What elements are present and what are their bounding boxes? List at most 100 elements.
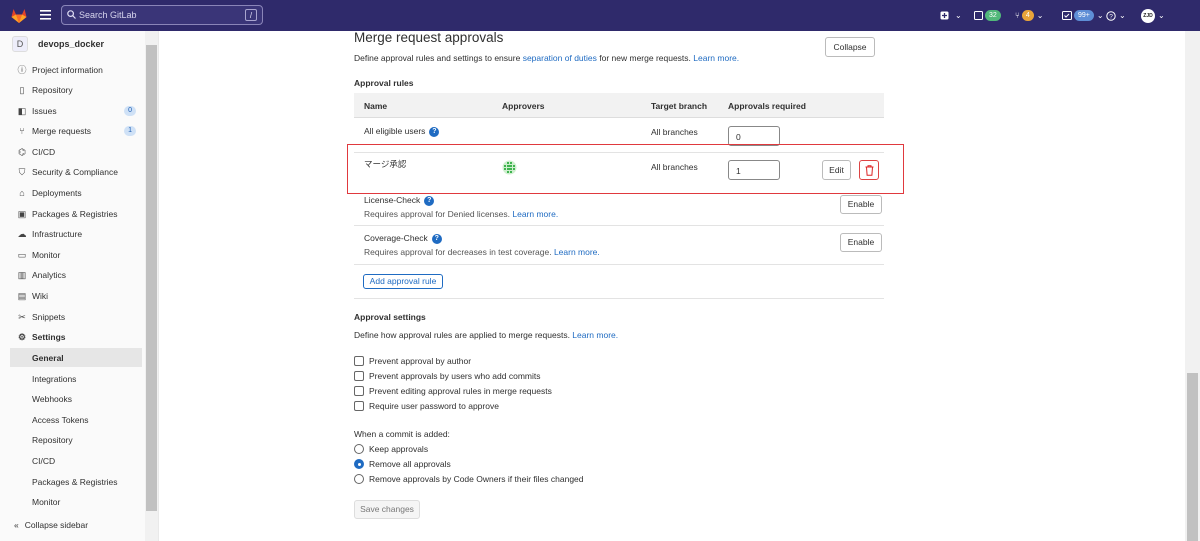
sidebar-item-infrastructure[interactable]: ☁ Infrastructure: [10, 224, 142, 243]
sidebar-item-snippets[interactable]: ✂ Snippets: [10, 307, 142, 326]
sidebar-scrollbar-thumb[interactable]: [146, 45, 157, 511]
sidebar-item-analytics[interactable]: ▥ Analytics: [10, 265, 142, 284]
sidebar-subitem-label: Integrations: [32, 373, 77, 384]
sidebar-subitem-integrations[interactable]: Integrations: [10, 369, 142, 388]
search-input[interactable]: Search GitLab /: [61, 5, 263, 25]
radio-remove-all-approvals[interactable]: Remove all approvals: [354, 459, 451, 469]
sidebar-item-settings[interactable]: ⚙ Settings: [10, 327, 142, 346]
radio[interactable]: [354, 459, 364, 469]
checkbox[interactable]: [354, 386, 364, 396]
enable-license-check-button[interactable]: Enable: [840, 195, 882, 214]
sidebar-item-label: Analytics: [32, 269, 67, 280]
checkbox-label: Prevent approvals by users who add commi…: [369, 371, 541, 381]
sidebar-item-cicd[interactable]: ⌬ CI/CD: [10, 142, 142, 161]
divider: [354, 225, 884, 226]
sidebar-item-label: Project information: [32, 64, 103, 75]
collapse-sidebar-button[interactable]: « Collapse sidebar: [14, 520, 88, 530]
sidebar-subitem-access-tokens[interactable]: Access Tokens: [10, 410, 142, 429]
project-header[interactable]: D devops_docker: [12, 36, 104, 52]
sidebar-scrollbar[interactable]: [145, 31, 158, 541]
collapse-button[interactable]: Collapse: [825, 37, 875, 57]
merge-requests-counter[interactable]: ⑂ 4 ⌄: [1015, 8, 1043, 23]
sidebar-subitem-label: Webhooks: [32, 393, 73, 404]
help-icon[interactable]: ?: [431, 233, 442, 244]
sidebar-item-project-information[interactable]: ⓘ Project information: [10, 60, 142, 79]
checkbox-prevent-author-approval[interactable]: Prevent approval by author: [354, 356, 471, 366]
monitor-icon: ▭: [17, 249, 27, 260]
sidebar-item-label: Settings: [32, 331, 66, 342]
desc-text: Define approval rules and settings to en…: [354, 53, 523, 63]
sidebar-subitem-webhooks[interactable]: Webhooks: [10, 389, 142, 408]
user-menu[interactable]: ZJD ⌄: [1141, 8, 1165, 23]
sidebar-item-label: Wiki: [32, 290, 49, 301]
issues-counter[interactable]: 32: [974, 8, 1001, 23]
approvals-required-input[interactable]: 0: [728, 126, 780, 146]
info-icon: ⓘ: [17, 64, 27, 75]
checkbox[interactable]: [354, 371, 364, 381]
page-scrollbar[interactable]: [1185, 31, 1200, 541]
hamburger-menu-icon[interactable]: [40, 10, 51, 20]
sidebar-subitem-label: Repository: [32, 434, 73, 445]
checkbox-label: Require user password to approve: [369, 401, 499, 411]
sidebar-item-repository[interactable]: ▯ Repository: [10, 80, 142, 99]
project-avatar: D: [12, 36, 28, 52]
sidebar-item-wiki[interactable]: ▤ Wiki: [10, 286, 142, 305]
learn-more-link[interactable]: Learn more.: [512, 209, 558, 219]
sidebar-item-packages[interactable]: ▣ Packages & Registries: [10, 204, 142, 223]
checkbox[interactable]: [354, 356, 364, 366]
save-changes-button[interactable]: Save changes: [354, 500, 420, 519]
sidebar-item-monitor[interactable]: ▭ Monitor: [10, 245, 142, 264]
sidebar-subitem-label: Packages & Registries: [32, 476, 118, 487]
highlight-box: [347, 144, 904, 194]
search-placeholder: Search GitLab: [79, 10, 137, 20]
learn-more-link[interactable]: Learn more.: [693, 53, 739, 63]
radio-label: Remove all approvals: [369, 459, 451, 469]
sidebar-item-deployments[interactable]: ⌂ Deployments: [10, 183, 142, 202]
sidebar-subitem-repository[interactable]: Repository: [10, 430, 142, 449]
sidebar-item-security[interactable]: ⛉ Security & Compliance: [10, 162, 142, 181]
todos-counter[interactable]: 99+ ⌄: [1062, 8, 1104, 23]
sidebar-subitem-cicd[interactable]: CI/CD: [10, 451, 142, 470]
todo-icon: [1062, 11, 1072, 20]
help-icon[interactable]: ?: [429, 126, 440, 137]
sidebar-subitem-general[interactable]: General: [10, 348, 142, 367]
desc-text: Requires approval for decreases in test …: [364, 247, 554, 257]
new-dropdown[interactable]: ⌄: [940, 8, 962, 23]
mr-count-badge: 4: [1021, 10, 1034, 21]
sidebar-subitem-monitor[interactable]: Monitor: [10, 492, 142, 511]
issues-count-badge: 32: [985, 10, 1001, 21]
issues-icon: ◧: [17, 105, 27, 116]
project-name: devops_docker: [38, 39, 105, 49]
section-description: Define approval rules and settings to en…: [354, 53, 739, 63]
separation-of-duties-link[interactable]: separation of duties: [523, 53, 597, 63]
coverage-check-name: Coverage-Check?: [364, 233, 442, 244]
merge-requests-badge: 1: [124, 125, 136, 136]
help-dropdown[interactable]: ? ⌄: [1106, 8, 1126, 23]
divider: [354, 298, 884, 299]
checkbox-prevent-committer-approval[interactable]: Prevent approvals by users who add commi…: [354, 371, 541, 381]
checkbox[interactable]: [354, 401, 364, 411]
desc-text: Define how approval rules are applied to…: [354, 330, 573, 340]
checkbox-label: Prevent editing approval rules in merge …: [369, 386, 552, 396]
radio-label: Remove approvals by Code Owners if their…: [369, 474, 584, 484]
learn-more-link[interactable]: Learn more.: [554, 247, 600, 257]
page-scrollbar-thumb[interactable]: [1187, 373, 1198, 541]
sidebar-subitem-packages[interactable]: Packages & Registries: [10, 472, 142, 491]
radio-remove-code-owner-approvals[interactable]: Remove approvals by Code Owners if their…: [354, 474, 584, 484]
radio-keep-approvals[interactable]: Keep approvals: [354, 444, 428, 454]
learn-more-link[interactable]: Learn more.: [572, 330, 618, 340]
enable-coverage-check-button[interactable]: Enable: [840, 233, 882, 252]
sidebar-item-issues[interactable]: ◧ Issues 0: [10, 101, 142, 120]
help-icon[interactable]: ?: [424, 195, 435, 206]
sidebar-item-merge-requests[interactable]: ⑂ Merge requests 1: [10, 121, 142, 140]
add-approval-rule-button[interactable]: Add approval rule: [363, 274, 443, 289]
radio[interactable]: [354, 444, 364, 454]
rule-name: All eligible users: [364, 126, 426, 136]
sidebar-item-label: Snippets: [32, 311, 66, 322]
checkbox-prevent-editing-rules[interactable]: Prevent editing approval rules in merge …: [354, 386, 552, 396]
radio[interactable]: [354, 474, 364, 484]
checkbox-require-password[interactable]: Require user password to approve: [354, 401, 499, 411]
sidebar-item-label: Repository: [32, 84, 73, 95]
search-icon: [67, 10, 76, 19]
gitlab-logo-icon[interactable]: [11, 8, 27, 23]
